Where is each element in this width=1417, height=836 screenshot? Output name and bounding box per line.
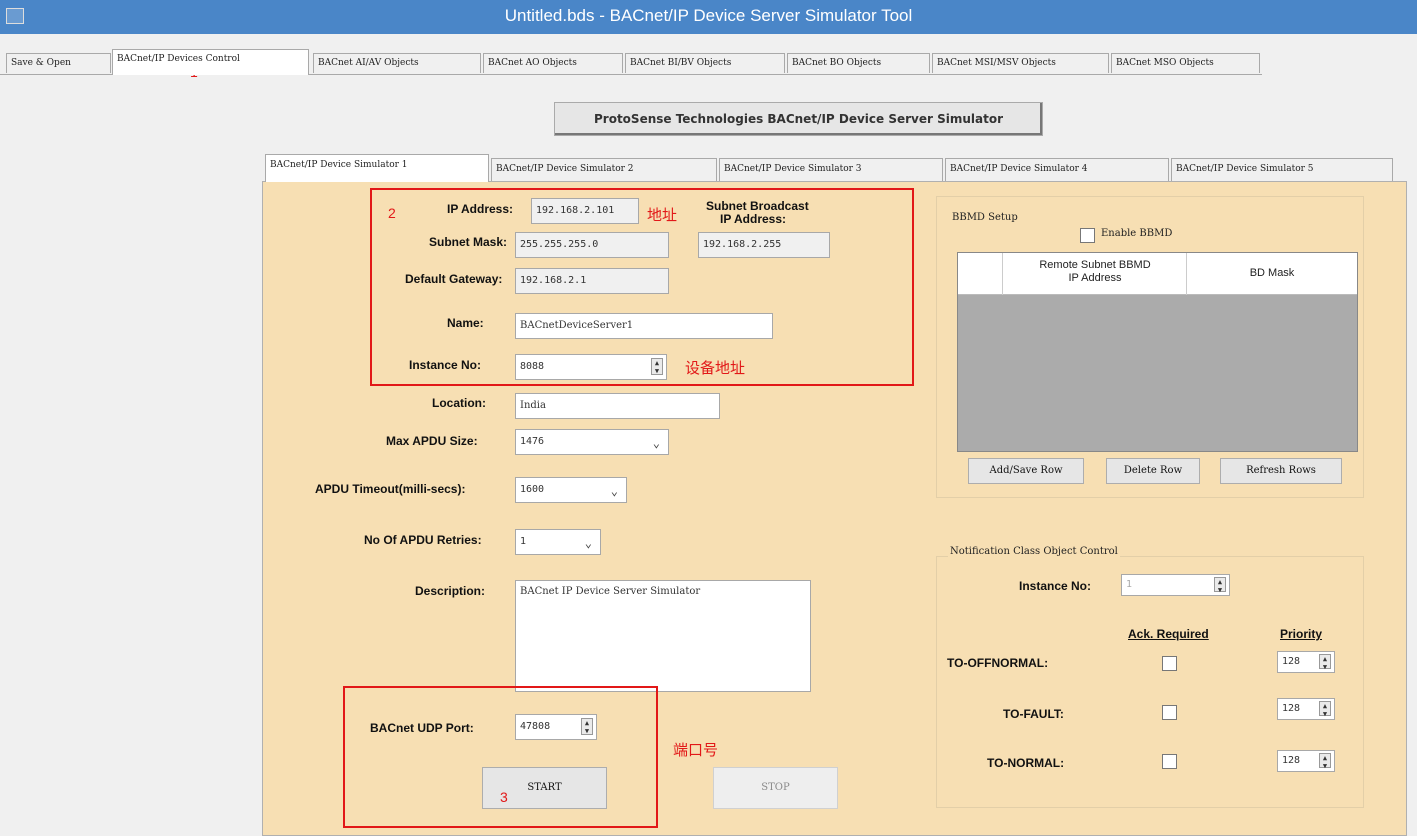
to-fault-priority-stepper[interactable]: 128 ▲ ▼ [1277, 698, 1335, 720]
annotation-box-network [370, 188, 914, 386]
bbmd-col-ip-line2: IP Address [1068, 272, 1122, 284]
window-title: Untitled.bds - BACnet/IP Device Server S… [504, 6, 913, 25]
tab-simulator-4[interactable]: BACnet/IP Device Simulator 4 [945, 158, 1169, 181]
spin-arrows-icon[interactable]: ▲ ▼ [1319, 753, 1331, 770]
tab-save-open[interactable]: Save & Open [6, 53, 111, 73]
notif-instance-label: Instance No: [1019, 579, 1092, 593]
to-offnormal-priority-value: 128 [1282, 656, 1301, 667]
main-tabstrip: Save & Open BACnet/IP Devices Control BA… [0, 49, 1417, 75]
spin-arrows-icon[interactable]: ▲ ▼ [1214, 577, 1226, 594]
priority-header: Priority [1280, 627, 1323, 641]
delete-row-button[interactable]: Delete Row [1106, 458, 1200, 484]
refresh-rows-button[interactable]: Refresh Rows [1220, 458, 1342, 484]
chevron-down-icon: ⌄ [610, 484, 618, 498]
to-normal-priority-stepper[interactable]: 128 ▲ ▼ [1277, 750, 1335, 772]
tab-simulator-2[interactable]: BACnet/IP Device Simulator 2 [491, 158, 717, 181]
chevron-down-icon: ⌄ [584, 536, 592, 550]
to-normal-label: TO-NORMAL: [987, 756, 1065, 770]
apdu-retries-value: 1 [520, 536, 527, 547]
location-field[interactable]: India [515, 393, 720, 419]
stop-button[interactable]: STOP [713, 767, 838, 809]
annotation-port-number: 端口号 [673, 742, 719, 759]
to-offnormal-ack-checkbox[interactable] [1162, 656, 1177, 671]
notif-instance-value: 1 [1126, 579, 1133, 590]
max-apdu-size-select[interactable]: 1476 ⌄ [515, 429, 669, 455]
bbmd-table-header: Remote Subnet BBMD IP Address BD Mask [958, 253, 1357, 295]
tab-mso-objects[interactable]: BACnet MSO Objects [1111, 53, 1260, 73]
bbmd-col-ip-line1: Remote Subnet BBMD [1039, 259, 1151, 271]
title-bar: Untitled.bds - BACnet/IP Device Server S… [0, 0, 1417, 34]
to-fault-label: TO-FAULT: [1003, 707, 1064, 721]
annotation-address: 地址 [647, 207, 678, 224]
tab-simulator-5[interactable]: BACnet/IP Device Simulator 5 [1171, 158, 1393, 181]
row-header-divider [1002, 253, 1003, 295]
spin-arrows-icon[interactable]: ▲ ▼ [1319, 701, 1331, 718]
tab-bi-bv-objects[interactable]: BACnet BI/BV Objects [625, 53, 785, 73]
max-apdu-size-label: Max APDU Size: [386, 434, 478, 448]
spin-arrows-icon[interactable]: ▲ ▼ [1319, 654, 1331, 671]
tab-bo-objects[interactable]: BACnet BO Objects [787, 53, 930, 73]
to-offnormal-priority-stepper[interactable]: 128 ▲ ▼ [1277, 651, 1335, 673]
add-save-row-button[interactable]: Add/Save Row [968, 458, 1084, 484]
tab-devices-control[interactable]: BACnet/IP Devices Control [112, 49, 309, 75]
tab-simulator-3[interactable]: BACnet/IP Device Simulator 3 [719, 158, 943, 181]
annotation-3: 3 [500, 789, 508, 805]
to-offnormal-label: TO-OFFNORMAL: [947, 656, 1049, 670]
bbmd-col-mask: BD Mask [1249, 267, 1295, 279]
bbmd-table[interactable]: Remote Subnet BBMD IP Address BD Mask [957, 252, 1358, 452]
to-normal-priority-value: 128 [1282, 755, 1301, 766]
product-banner: ProtoSense Technologies BACnet/IP Device… [554, 102, 1043, 136]
to-fault-priority-value: 128 [1282, 703, 1301, 714]
enable-bbmd-checkbox[interactable] [1080, 228, 1095, 243]
tab-msi-msv-objects[interactable]: BACnet MSI/MSV Objects [932, 53, 1109, 73]
to-fault-ack-checkbox[interactable] [1162, 705, 1177, 720]
apdu-retries-label: No Of APDU Retries: [364, 533, 482, 547]
description-textarea[interactable]: BACnet IP Device Server Simulator [515, 580, 811, 692]
apdu-timeout-label: APDU Timeout(milli-secs): [315, 482, 466, 496]
enable-bbmd-label: Enable BBMD [1101, 228, 1173, 239]
apdu-retries-select[interactable]: 1 ⌄ [515, 529, 601, 555]
apdu-timeout-value: 1600 [520, 484, 545, 495]
annotation-device-address: 设备地址 [685, 360, 746, 377]
to-normal-ack-checkbox[interactable] [1162, 754, 1177, 769]
tab-simulator-1[interactable]: BACnet/IP Device Simulator 1 [265, 154, 489, 182]
notif-instance-stepper[interactable]: 1 ▲ ▼ [1121, 574, 1230, 596]
ack-required-header: Ack. Required [1128, 627, 1209, 641]
apdu-timeout-select[interactable]: 1600 ⌄ [515, 477, 627, 503]
tab-ai-av-objects[interactable]: BACnet AI/AV Objects [313, 53, 481, 73]
max-apdu-size-value: 1476 [520, 436, 545, 447]
notification-title: Notification Class Object Control [948, 546, 1120, 557]
tab-ao-objects[interactable]: BACnet AO Objects [483, 53, 623, 73]
bbmd-setup-title: BBMD Setup [952, 212, 1018, 223]
description-label: Description: [415, 584, 486, 598]
bbmd-col-ip: Remote Subnet BBMD IP Address [1006, 259, 1184, 285]
annotation-box-port [343, 686, 658, 828]
chevron-down-icon: ⌄ [652, 436, 660, 450]
location-label: Location: [432, 396, 486, 410]
annotation-2: 2 [388, 205, 396, 221]
